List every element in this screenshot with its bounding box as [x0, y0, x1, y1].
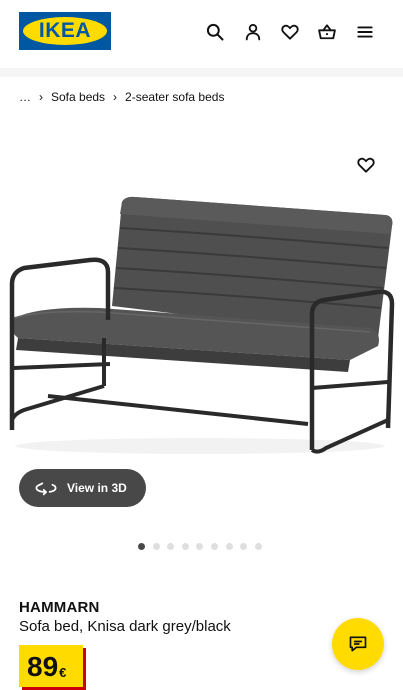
heart-icon[interactable] — [276, 18, 304, 46]
carousel-dot[interactable] — [254, 542, 262, 550]
chat-icon — [349, 636, 367, 652]
logo-text: IKEA — [38, 19, 92, 42]
ikea-logo[interactable]: IKEA — [19, 12, 111, 50]
carousel-dot[interactable] — [196, 542, 204, 550]
carousel-dot[interactable] — [152, 542, 160, 550]
price-currency: € — [59, 665, 67, 680]
user-icon[interactable] — [239, 18, 267, 46]
site-header: IKEA — [0, 0, 403, 64]
search-icon[interactable] — [201, 18, 229, 46]
chat-button[interactable] — [332, 618, 384, 670]
carousel-dot[interactable] — [138, 542, 145, 550]
add-to-favourites-button[interactable] — [353, 152, 379, 178]
product-name: HAMMARN — [19, 599, 100, 616]
breadcrumb-item-sofa-beds[interactable]: Sofa beds — [51, 90, 105, 104]
carousel-dot[interactable] — [240, 542, 248, 550]
menu-icon[interactable] — [351, 18, 379, 46]
view-in-3d-label: View in 3D — [67, 481, 127, 495]
carousel-dot[interactable] — [167, 542, 175, 550]
breadcrumb: … › Sofa beds › 2-seater sofa beds — [19, 88, 224, 106]
image-carousel-dots — [138, 542, 269, 550]
price-value: 89 — [27, 651, 59, 682]
carousel-dot[interactable] — [181, 542, 189, 550]
carousel-dot[interactable] — [210, 542, 218, 550]
chevron-right-icon: › — [113, 90, 118, 104]
carousel-dot[interactable] — [225, 542, 233, 550]
breadcrumb-ellipsis[interactable]: … — [19, 90, 31, 104]
view-in-3d-button[interactable]: View in 3D — [19, 469, 146, 507]
breadcrumb-item-2-seater[interactable]: 2-seater sofa beds — [125, 90, 224, 104]
product-image[interactable] — [0, 188, 403, 468]
heart-icon — [357, 157, 375, 173]
basket-icon[interactable] — [313, 18, 341, 46]
product-description: Sofa bed, Knisa dark grey/black — [19, 618, 231, 635]
header-divider — [0, 68, 403, 77]
chevron-right-icon: › — [39, 90, 43, 104]
rotate-3d-icon — [35, 482, 57, 496]
price-tag: 89 € — [19, 645, 83, 687]
